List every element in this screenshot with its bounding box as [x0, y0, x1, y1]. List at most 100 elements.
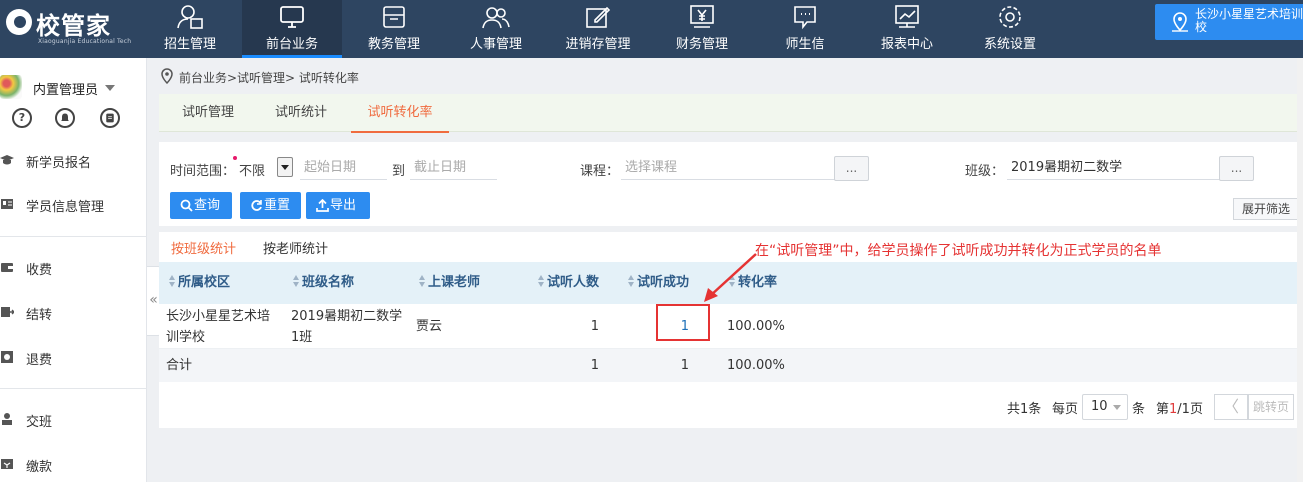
sidebar-item-charge[interactable]: 收费 — [0, 248, 147, 288]
nav-item-enrollment[interactable]: 招生管理 — [140, 0, 240, 58]
sidebar-item-label: 学员信息管理 — [26, 200, 105, 215]
sidebar-item-label: 收费 — [26, 263, 53, 278]
required-dot — [233, 156, 237, 160]
time-range-value: 不限 — [239, 164, 266, 179]
sub-tab-bar: 试听管理 试听统计 试听转化率 — [159, 94, 1303, 133]
annotation-highlight-box — [656, 304, 710, 341]
column-header-trial-count[interactable]: 试听人数 — [538, 262, 599, 304]
tab-by-class[interactable]: 按班级统计 — [171, 238, 236, 257]
handover-icon — [2, 413, 12, 425]
edit-icon — [586, 6, 611, 28]
campus-line: 训学校 — [166, 330, 206, 345]
nav-label: 系统设置 — [983, 37, 1036, 52]
sort-icon — [169, 275, 176, 287]
expand-filter-button[interactable]: 展开筛选 — [1233, 198, 1303, 220]
search-icon — [180, 199, 193, 212]
total-label: 合计 — [166, 358, 193, 373]
cell-campus: 长沙小星星艺术培 训学校 — [166, 306, 270, 348]
column-header-label: 上课老师 — [428, 275, 481, 290]
class-picker-button[interactable]: ... — [1219, 156, 1254, 181]
wallet-icon — [1, 263, 13, 272]
sort-icon — [538, 275, 545, 287]
sort-icon — [293, 275, 300, 287]
column-header-class[interactable]: 班级名称 — [293, 262, 354, 304]
export-button[interactable]: 导出 — [306, 192, 370, 219]
course-input[interactable]: 选择课程 — [621, 156, 835, 180]
nav-item-hr[interactable]: 人事管理 — [446, 0, 546, 58]
transfer-icon — [1, 307, 14, 317]
sidebar-item-payment[interactable]: 缴款 — [0, 445, 147, 482]
nav-item-reports[interactable]: 报表中心 — [857, 0, 957, 58]
sidebar-divider — [0, 236, 147, 237]
tab-by-teacher[interactable]: 按老师统计 — [263, 238, 328, 257]
quick-icons: ? — [0, 108, 147, 130]
chat-icon[interactable] — [100, 108, 120, 128]
total-trial-count: 1 — [590, 358, 599, 373]
nav-item-inventory[interactable]: 进销存管理 — [548, 0, 648, 58]
breadcrumb-text: 前台业务>试听管理> 试听转化率 — [179, 71, 359, 85]
nav-item-finance[interactable]: 财务管理 — [652, 0, 752, 58]
sidebar-item-transfer[interactable]: 结转 — [0, 293, 147, 333]
start-date-input[interactable]: 起始日期 — [300, 156, 387, 180]
reset-button[interactable]: 重置 — [240, 192, 301, 219]
reset-label: 重置 — [264, 198, 291, 213]
sidebar-item-refund[interactable]: 退费 — [0, 338, 147, 378]
sidebar-item-handover[interactable]: 交班 — [0, 400, 147, 440]
page-size-select[interactable]: 10 — [1082, 394, 1128, 420]
sidebar-item-label: 退费 — [26, 353, 53, 368]
app-logo[interactable]: 校管家 Xiaoguanjia Educational Tech — [0, 0, 150, 58]
nav-label: 报表中心 — [880, 37, 933, 52]
campus-line: 长沙小星星艺术培 — [166, 309, 271, 324]
tab-trial-management[interactable]: 试听管理 — [163, 94, 253, 132]
message-icon — [794, 6, 816, 30]
prev-page-button[interactable]: 〈 — [1214, 394, 1248, 420]
nav-item-settings[interactable]: 系统设置 — [960, 0, 1060, 58]
refresh-icon — [251, 200, 262, 211]
column-header-label: 所属校区 — [178, 275, 231, 290]
sidebar: 内置管理员 ? 新学员报名 学员信息管理 收费 结转 退费 交班 缴款 — [0, 58, 147, 482]
logo-name: 校管家 — [36, 12, 111, 40]
time-range-label: 时间范围： — [170, 164, 236, 179]
upload-icon — [316, 199, 329, 212]
nav-item-academic[interactable]: 教务管理 — [344, 0, 444, 58]
column-header-trial-success[interactable]: 试听成功 — [628, 262, 689, 304]
jump-page-input[interactable]: 跳转页 — [1248, 394, 1294, 420]
class-line: 2019暑期初二数学 — [291, 309, 403, 324]
class-label: 班级： — [965, 164, 1005, 179]
total-count: 共1条 — [1007, 402, 1042, 417]
page-prefix: 第 — [1156, 402, 1170, 417]
end-date-input[interactable]: 截止日期 — [410, 156, 497, 180]
yen-icon — [690, 5, 714, 28]
nav-item-front-desk[interactable]: 前台业务 — [242, 0, 342, 58]
help-icon[interactable]: ? — [12, 108, 32, 128]
sidebar-item-new-student[interactable]: 新学员报名 — [0, 141, 147, 181]
cell-teacher: 贾云 — [416, 319, 443, 334]
school-switch-button[interactable]: 长沙小星星艺术培训学校 — [1155, 4, 1303, 40]
sidebar-item-label: 缴款 — [26, 460, 53, 475]
column-header-teacher[interactable]: 上课老师 — [419, 262, 480, 304]
time-range-dropdown[interactable] — [277, 157, 293, 177]
tab-trial-conversion[interactable]: 试听转化率 — [351, 94, 449, 133]
monitor-icon — [280, 6, 304, 28]
query-button[interactable]: 查询 — [170, 192, 232, 219]
vertical-scrollbar[interactable] — [1297, 58, 1303, 482]
course-picker-button[interactable]: ... — [834, 156, 869, 181]
cell-conversion: 100.00% — [727, 319, 785, 334]
nav-label: 教务管理 — [367, 37, 420, 52]
per-page-unit: 条 — [1132, 402, 1146, 417]
nav-label: 招生管理 — [163, 37, 216, 52]
total-conversion: 100.00% — [727, 358, 785, 373]
avatar — [0, 75, 22, 99]
nav-item-messages[interactable]: 师生信 — [755, 0, 855, 58]
query-label: 查询 — [194, 198, 221, 213]
column-header-campus[interactable]: 所属校区 — [169, 262, 230, 304]
sidebar-item-student-info[interactable]: 学员信息管理 — [0, 185, 147, 225]
sidebar-item-label: 交班 — [26, 415, 53, 430]
tab-trial-statistics[interactable]: 试听统计 — [256, 94, 346, 132]
chevron-down-icon — [105, 85, 115, 91]
logo-tagline: Xiaoguanjia Educational Tech — [38, 38, 132, 45]
class-input[interactable]: 2019暑期初二数学 — [1007, 156, 1220, 180]
user-menu[interactable]: 内置管理员 — [0, 72, 147, 102]
column-header-label: 试听成功 — [637, 275, 690, 290]
bell-icon[interactable] — [55, 108, 75, 128]
